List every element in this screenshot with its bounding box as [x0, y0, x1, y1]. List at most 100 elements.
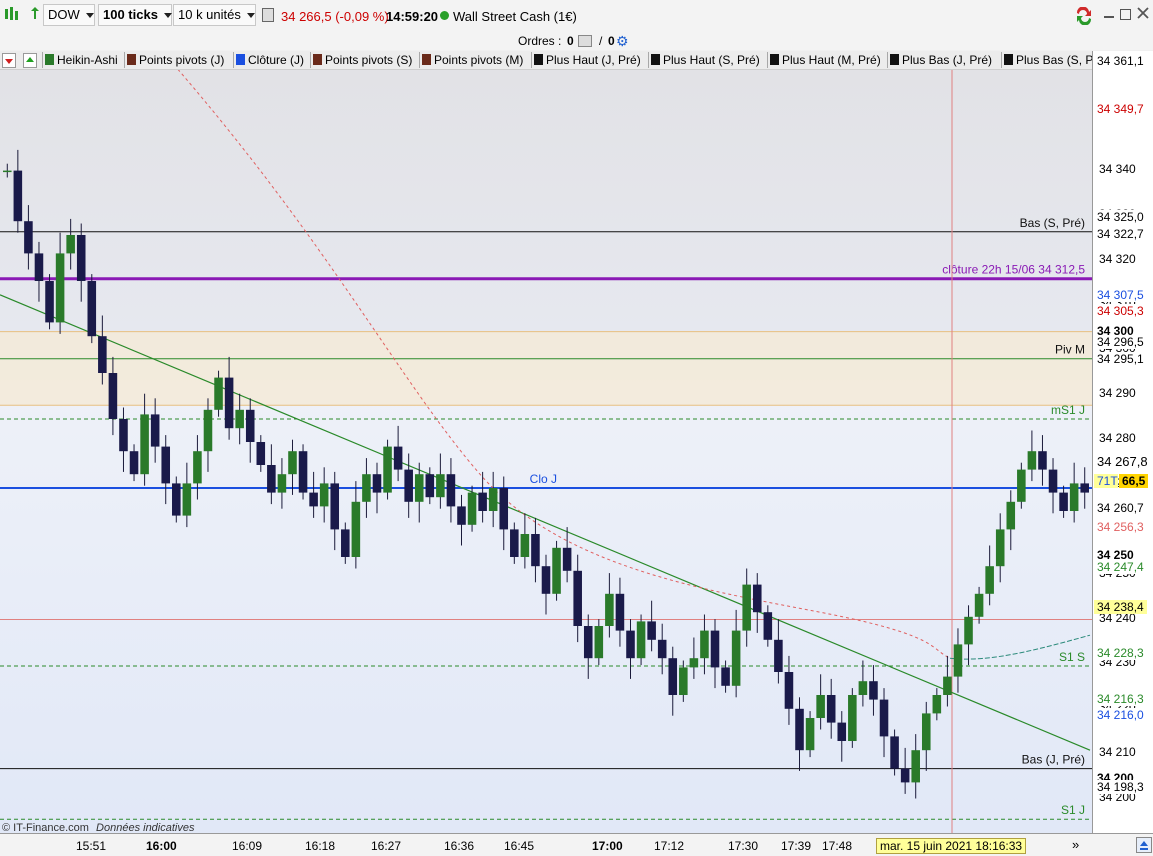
ylabel-238: 34 238,4: [1094, 600, 1147, 614]
x-tick-label: 16:45: [504, 839, 535, 853]
ylabel-current: 66,5: [1119, 474, 1149, 488]
candle-body: [362, 474, 371, 502]
indicator-chip[interactable]: Points pivots (J): [127, 52, 224, 68]
indicator-chip[interactable]: Points pivots (M): [422, 52, 523, 68]
candle-body: [752, 584, 762, 613]
candle-body: [510, 529, 519, 557]
indicator-chip[interactable]: Plus Bas (J, Pré): [890, 52, 992, 68]
indicator-chip[interactable]: Heikin-Ashi: [45, 52, 118, 68]
candle-body: [964, 616, 973, 645]
candle-body: [531, 534, 540, 567]
candle-body: [267, 465, 276, 493]
scroll-up-icon[interactable]: [23, 53, 37, 68]
level-label: clôture 22h 15/06 34 312,5: [942, 263, 1085, 277]
indicator-separator: [767, 52, 768, 68]
indicator-chip[interactable]: Plus Haut (M, Pré): [770, 52, 881, 68]
candle-body: [45, 281, 54, 323]
ylabel-tick-count: 71T: [1094, 474, 1118, 488]
pivot-zone: [0, 331, 1092, 406]
indicator-label: Plus Bas (S, Pré: [1016, 53, 1095, 67]
candle-body: [953, 644, 963, 677]
candle-body: [858, 681, 868, 695]
ylabel-198: 34 198,3: [1094, 780, 1147, 794]
settings-gear-icon[interactable]: ⚙: [616, 33, 629, 50]
candle-body: [879, 699, 889, 737]
candle-body: [13, 170, 23, 222]
minimize-icon[interactable]: [1104, 16, 1114, 18]
candle-body: [710, 630, 720, 668]
indicator-separator: [419, 52, 420, 68]
maximize-icon[interactable]: [1120, 9, 1131, 20]
candle-body: [488, 488, 498, 511]
price-chart[interactable]: Bas (S, Pré) clôture 22h 15/06 34 312,5 Pi…: [0, 59, 1092, 833]
candle-body: [182, 483, 192, 516]
x-tick-label: 16:18: [305, 839, 336, 853]
ylabel-349: 34 349,7: [1094, 102, 1147, 116]
units-selector[interactable]: 10 k unités: [173, 4, 256, 26]
indicator-chip[interactable]: Points pivots (S): [313, 52, 412, 68]
indicator-swatch-icon: [422, 54, 431, 65]
candle-body: [98, 336, 107, 373]
ylabel-228: 34 228,3: [1094, 646, 1147, 660]
candle-body: [911, 750, 920, 783]
indicator-label: Heikin-Ashi: [57, 53, 118, 67]
candle-body: [161, 446, 171, 484]
ticks-selector[interactable]: 100 ticks: [98, 4, 172, 26]
calculator-icon[interactable]: [262, 8, 274, 22]
indicator-label: Clôture (J): [248, 53, 305, 67]
indicator-label: Points pivots (M): [434, 53, 524, 67]
price-change: 34 266,5 (-0,09 %): [281, 9, 389, 24]
candle-body: [721, 667, 730, 686]
scroll-top-icon[interactable]: [1136, 837, 1152, 853]
indicator-swatch-icon: [651, 54, 660, 65]
candle-body: [795, 708, 804, 751]
candle-body: [298, 451, 308, 493]
price-axis[interactable]: 34 34034 33034 32034 31034 30034 29034 2…: [1092, 51, 1153, 833]
level-label: Clo J: [530, 472, 557, 486]
x-tick-label: 15:51: [76, 839, 107, 853]
indicator-separator: [1001, 52, 1002, 68]
candle-body: [541, 566, 551, 594]
indicator-chip[interactable]: Plus Bas (S, Pré: [1004, 52, 1095, 68]
orders-count: 0: [567, 34, 574, 48]
symbol-selector[interactable]: DOW: [43, 4, 95, 26]
refresh-icon[interactable]: [27, 5, 43, 23]
ylabel-361: 34 361,1: [1094, 54, 1147, 68]
indicator-swatch-icon: [534, 54, 543, 65]
time-axis[interactable]: 15:51 16:00 16:09 16:18 16:27 16:36 16:45 17:00…: [0, 833, 1153, 856]
candle-body: [583, 626, 593, 659]
orders-count-2: 0: [608, 34, 615, 48]
close-icon[interactable]: [1136, 6, 1150, 20]
indicator-chip[interactable]: Clôture (J): [236, 52, 304, 68]
candle-body: [425, 474, 435, 498]
candle-body: [1059, 492, 1068, 511]
x-tick-label: 17:12: [654, 839, 685, 853]
time-cursor-label: mar. 15 juin 2021 18:16:33: [876, 838, 1027, 854]
indicator-label: Plus Bas (J, Pré): [902, 53, 993, 67]
scroll-down-icon[interactable]: [2, 53, 16, 68]
candle-body: [383, 446, 392, 493]
indicator-chip[interactable]: Plus Haut (J, Pré): [534, 52, 641, 68]
indicator-separator: [531, 52, 532, 68]
candle-body: [288, 451, 297, 475]
candle-body: [890, 736, 899, 769]
expand-right-icon[interactable]: »: [1072, 837, 1079, 852]
candle-body: [414, 474, 424, 502]
y-tick-label: 34 320: [1099, 251, 1136, 266]
orders-delete-icon[interactable]: [578, 35, 592, 47]
disclaimer-text: Données indicatives: [96, 822, 195, 834]
indicator-swatch-icon: [236, 54, 245, 65]
x-tick-label: 17:30: [728, 839, 759, 853]
candle-body: [657, 639, 667, 659]
candle-body: [932, 695, 942, 714]
orders-label: Ordres :: [518, 34, 562, 48]
indicator-swatch-icon: [1004, 54, 1013, 65]
indicator-chip[interactable]: Plus Haut (S, Pré): [651, 52, 760, 68]
orders-bar: Ordres : 0 / 0 ⚙: [0, 32, 1153, 50]
candle-body: [848, 695, 857, 741]
indicator-bar: Heikin-Ashi Points pivots (J) Clôture (J) P…: [0, 51, 1095, 70]
candle-body: [520, 534, 530, 557]
swap-icon[interactable]: [1074, 6, 1094, 26]
candle-body: [129, 451, 139, 475]
x-tick-label: 16:27: [371, 839, 402, 853]
